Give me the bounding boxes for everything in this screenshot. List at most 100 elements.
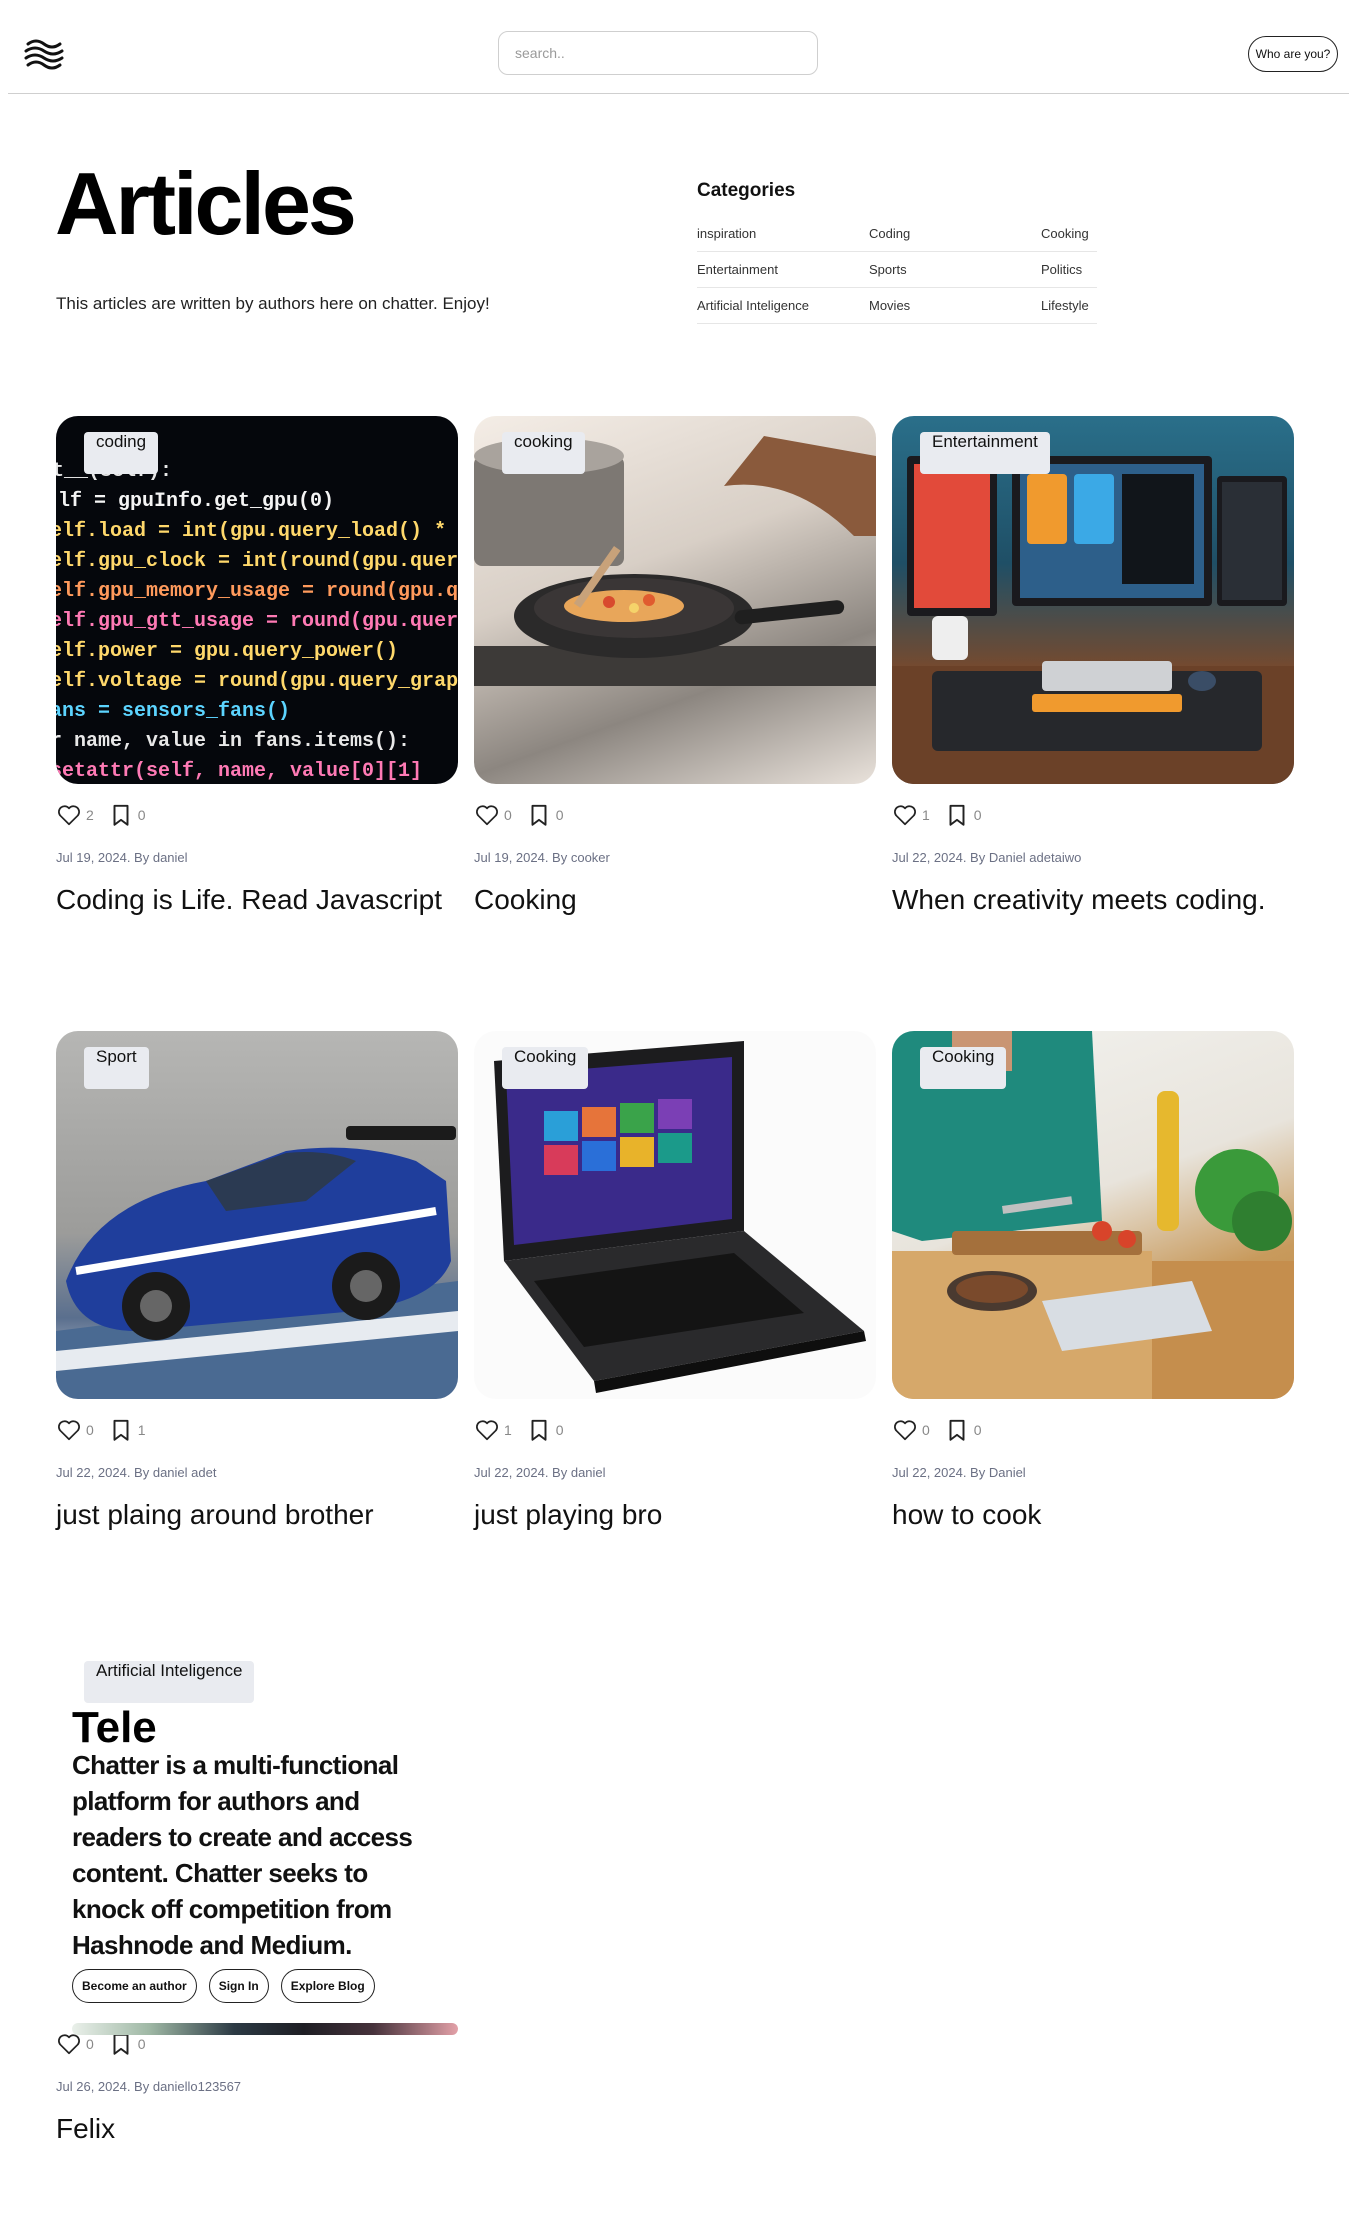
article-card[interactable]: cooking 0 0 Jul 19, 2024. By cooker Cook… xyxy=(474,416,876,921)
bookmark-icon xyxy=(949,804,965,826)
article-image-code[interactable]: init__(self): lf = gpuInfo.get_gpu(0) el… xyxy=(56,416,458,784)
top-header: Who are you? xyxy=(8,0,1349,94)
who-are-you-button[interactable]: Who are you? xyxy=(1248,36,1338,72)
bookmark-button[interactable]: 0 xyxy=(108,802,146,828)
article-image-race-car[interactable]: Sport xyxy=(56,1031,458,1399)
bookmark-count: 0 xyxy=(137,2036,146,2052)
category-link-politics[interactable]: Politics xyxy=(1041,262,1097,277)
bookmark-count: 0 xyxy=(973,1422,982,1438)
code-line: elf.gpu_memory_usage = round(gpu.que xyxy=(56,580,458,603)
bookmark-count: 0 xyxy=(973,807,982,823)
search-input[interactable] xyxy=(498,31,818,75)
become-author-button[interactable]: Become an author xyxy=(72,1969,197,2003)
preview-text: Chatter is a multi-functional platform f… xyxy=(72,1750,413,1960)
category-badge[interactable]: Artificial Inteligence xyxy=(84,1661,255,1703)
heart-icon xyxy=(894,805,916,826)
categories-row: Entertainment Sports Politics xyxy=(697,252,1097,288)
bookmark-icon xyxy=(531,1419,547,1441)
like-button[interactable]: 1 xyxy=(892,802,930,828)
like-count: 0 xyxy=(922,1422,930,1438)
bookmark-button[interactable]: 0 xyxy=(944,802,982,828)
article-meta: Jul 22, 2024. By daniel adet xyxy=(56,1465,217,1480)
category-link-cooking[interactable]: Cooking xyxy=(1041,226,1097,241)
bookmark-button[interactable]: 0 xyxy=(526,1417,564,1443)
bookmark-icon xyxy=(113,804,129,826)
article-card[interactable]: Cooking 1 0 Jul 22, 2024. By daniel just… xyxy=(474,1031,876,1536)
article-image-landing-preview[interactable]: Tele Artificial Inteligence Chatter is a… xyxy=(56,1645,458,2035)
category-badge[interactable]: Cooking xyxy=(502,1047,589,1089)
article-meta: Jul 26, 2024. By daniello123567 xyxy=(56,2079,242,2094)
heart-icon xyxy=(58,1420,80,1441)
article-image-chef-chopping[interactable]: Cooking xyxy=(892,1031,1294,1399)
explore-blog-button[interactable]: Explore Blog xyxy=(280,1969,375,2003)
article-card[interactable]: Sport 0 1 Jul 22, 2024. By daniel adet j… xyxy=(56,1031,458,1536)
article-stats: 0 0 xyxy=(474,802,876,828)
like-button[interactable]: 1 xyxy=(474,1417,512,1443)
bookmark-icon xyxy=(531,804,547,826)
article-title[interactable]: how to cook xyxy=(892,1494,1294,1536)
article-card[interactable]: init__(self): lf = gpuInfo.get_gpu(0) el… xyxy=(56,416,458,921)
code-line: elf.gpu_clock = int(round(gpu.query xyxy=(56,550,458,573)
category-badge[interactable]: cooking xyxy=(502,432,585,474)
code-line: setattr(self, name, value[0][1] xyxy=(56,760,423,783)
category-link-entertainment[interactable]: Entertainment xyxy=(697,262,869,277)
article-title[interactable]: Cooking xyxy=(474,879,876,921)
category-link-sports[interactable]: Sports xyxy=(869,262,1041,277)
article-image-desk-setup[interactable]: Entertainment xyxy=(892,416,1294,784)
like-button[interactable]: 0 xyxy=(56,1417,94,1443)
heart-icon xyxy=(476,805,498,826)
article-image-cooking[interactable]: cooking xyxy=(474,416,876,784)
article-meta: Jul 19, 2024. By daniel xyxy=(56,850,188,865)
like-count: 1 xyxy=(922,807,930,823)
like-button[interactable]: 0 xyxy=(474,802,512,828)
like-button[interactable]: 2 xyxy=(56,802,94,828)
bookmark-count: 0 xyxy=(555,1422,564,1438)
article-meta: Jul 22, 2024. By Daniel adetaiwo xyxy=(892,850,1082,865)
category-badge[interactable]: Cooking xyxy=(920,1047,1007,1089)
bookmark-button[interactable]: 1 xyxy=(108,1417,146,1443)
category-link-inspiration[interactable]: inspiration xyxy=(697,226,869,241)
bookmark-icon xyxy=(113,1419,129,1441)
article-stats: 1 0 xyxy=(892,802,1294,828)
article-image-laptop[interactable]: Cooking xyxy=(474,1031,876,1399)
category-badge[interactable]: coding xyxy=(84,432,159,474)
bookmark-button[interactable]: 0 xyxy=(526,802,564,828)
article-title[interactable]: Coding is Life. Read Javascript xyxy=(56,879,458,921)
article-card[interactable]: Entertainment 1 0 Jul 22, 2024. By Danie… xyxy=(892,416,1294,921)
like-count: 1 xyxy=(504,1422,512,1438)
article-title[interactable]: just plaing around brother xyxy=(56,1494,458,1536)
code-line: lf = gpuInfo.get_gpu(0) xyxy=(58,490,335,513)
article-title[interactable]: Felix xyxy=(56,2108,458,2150)
code-line: elf.voltage = round(gpu.query_graphi xyxy=(56,670,458,693)
category-link-artificial-inteligence[interactable]: Artificial Inteligence xyxy=(697,298,869,313)
categories-row: inspiration Coding Cooking xyxy=(697,216,1097,252)
like-count: 0 xyxy=(504,807,512,823)
article-meta: Jul 19, 2024. By cooker xyxy=(474,850,610,865)
bookmark-button[interactable]: 0 xyxy=(944,1417,982,1443)
code-line: elf.power = gpu.query_power() xyxy=(56,640,399,663)
categories-grid: inspiration Coding Cooking Entertainment… xyxy=(697,216,1097,324)
article-card[interactable]: Tele Artificial Inteligence Chatter is a… xyxy=(56,1645,458,2150)
code-line: elf.gpu_gtt_usage = round(gpu.query_ xyxy=(56,610,458,633)
heart-icon xyxy=(58,805,80,826)
like-button[interactable]: 0 xyxy=(892,1417,930,1443)
category-badge[interactable]: Sport xyxy=(84,1047,149,1089)
category-link-coding[interactable]: Coding xyxy=(869,226,1041,241)
article-stats: 2 0 xyxy=(56,802,458,828)
article-card[interactable]: Cooking 0 0 Jul 22, 2024. By Daniel how … xyxy=(892,1031,1294,1536)
like-count: 0 xyxy=(86,2036,94,2052)
article-meta: Jul 22, 2024. By Daniel xyxy=(892,1465,1026,1480)
article-title[interactable]: just playing bro xyxy=(474,1494,876,1536)
category-badge[interactable]: Entertainment xyxy=(920,432,1050,474)
sign-in-button[interactable]: Sign In xyxy=(208,1969,269,2003)
category-link-lifestyle[interactable]: Lifestyle xyxy=(1041,298,1097,313)
bookmark-count: 0 xyxy=(555,807,564,823)
article-meta: Jul 22, 2024. By daniel xyxy=(474,1465,606,1480)
code-line: ans = sensors_fans() xyxy=(56,700,291,723)
wave-logo-icon[interactable] xyxy=(22,32,66,76)
category-link-movies[interactable]: Movies xyxy=(869,298,1041,313)
article-title[interactable]: When creativity meets coding. xyxy=(892,879,1294,921)
page-title: Articles xyxy=(55,154,357,253)
code-line: r name, value in fans.items(): xyxy=(56,730,411,753)
page-subtitle: This articles are written by authors her… xyxy=(56,294,490,313)
